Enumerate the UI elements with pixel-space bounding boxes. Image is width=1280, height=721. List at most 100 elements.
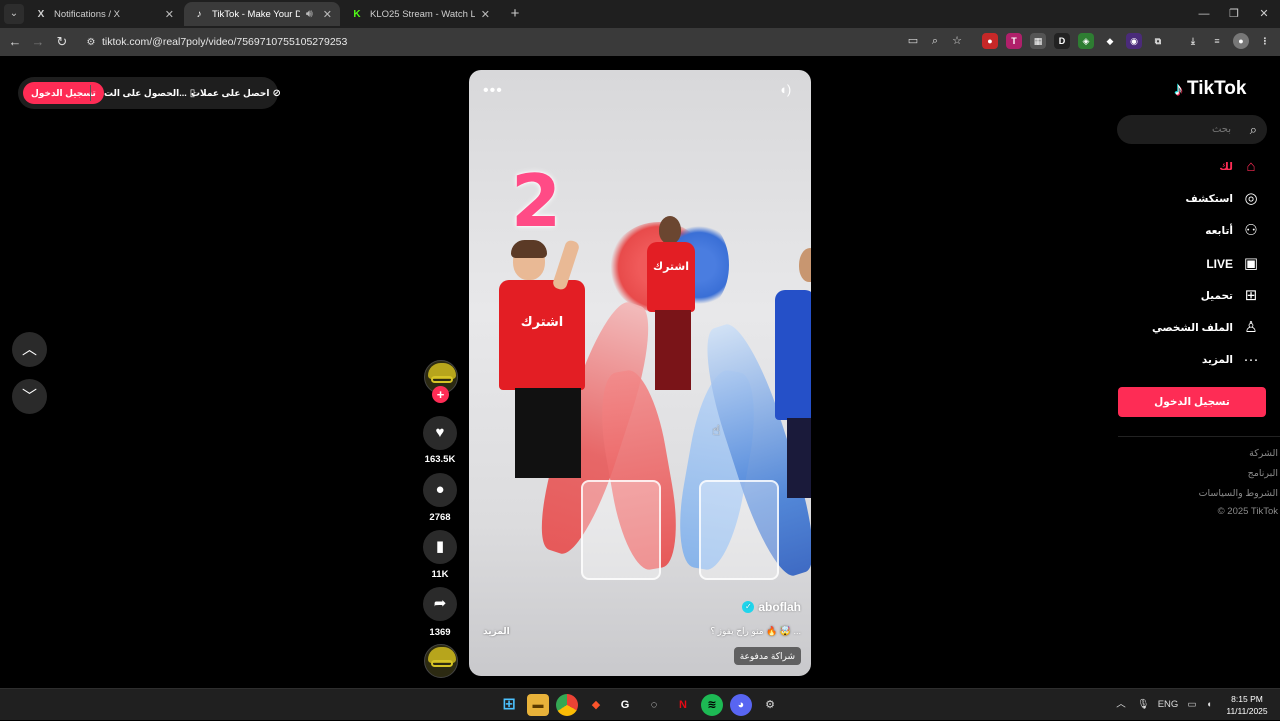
steam-icon[interactable]: ⚙ (759, 694, 781, 716)
spotify-icon[interactable]: ≋ (701, 694, 723, 716)
tiktok-logo[interactable]: ♪ TikTok (1174, 76, 1246, 102)
url-text[interactable]: tiktok.com/@real7poly/video/756971075510… (102, 36, 347, 48)
browser-tab-bar: ⌄ X Notifications / X ✕ ♪ TikTok - Make … (0, 0, 1280, 28)
close-tab-icon[interactable]: ✕ (481, 8, 490, 21)
extension-icon[interactable]: ◆ (1102, 33, 1118, 49)
footer-terms-link[interactable]: الشروط والسياسات (1199, 488, 1278, 499)
comment-button[interactable]: ● (423, 473, 457, 507)
save-button[interactable]: ▮ (423, 530, 457, 564)
minimize-icon[interactable]: — (1188, 0, 1220, 28)
search-input[interactable]: بحث ⌕ (1117, 115, 1267, 144)
taskbar-clock[interactable]: 8:15 PM 11/11/2025 (1222, 693, 1272, 717)
video-player[interactable]: 2 اشترك اشترك ••• ◖) ✓ aboflah منو راح ي… (469, 70, 811, 676)
divider (1118, 436, 1280, 437)
media-icon[interactable]: ≡ (1209, 33, 1225, 49)
search-icon[interactable]: ⌕ (1250, 115, 1257, 144)
browser-toolbar: ← → ↻ ⚙ tiktok.com/@real7poly/video/7569… (0, 28, 1280, 56)
like-button[interactable]: ♥ (423, 416, 457, 450)
tiktok-page: تسجيل الدخول الحصول على الت... ▯ احصل على… (0, 56, 1280, 688)
login-button[interactable]: تسجيل الدخول (1118, 387, 1266, 417)
save-count: 11K (431, 569, 449, 580)
follow-plus-icon[interactable]: + (432, 386, 449, 403)
tab-search-icon[interactable]: ⌄ (4, 4, 24, 24)
extension-icon[interactable]: ▦ (1030, 33, 1046, 49)
sidebar-item-label: لك (1219, 161, 1233, 173)
share-button[interactable]: ➦ (423, 587, 457, 621)
reload-icon[interactable]: ↻ (52, 32, 72, 52)
heart-icon: ♥ (435, 424, 445, 441)
footer-copyright: © 2025 TikTok (1217, 506, 1278, 517)
video-more-options-icon[interactable]: ••• (483, 82, 503, 100)
tab-audio-icon[interactable]: 🔊︎ (306, 8, 313, 21)
tray-overflow-icon[interactable]: ︿ (1113, 689, 1129, 721)
brave-icon[interactable]: ◆ (585, 694, 607, 716)
close-tab-icon[interactable]: ✕ (165, 8, 174, 21)
top-actions-bar: تسجيل الدخول الحصول على الت... ▯ احصل على… (18, 77, 281, 109)
tab-title: KLO25 Stream - Watch Live on (370, 8, 475, 20)
volume-icon[interactable]: ◖) (779, 82, 797, 100)
cast-icon[interactable]: ▭ (903, 31, 923, 51)
back-icon[interactable]: ← (5, 32, 25, 52)
tab-tiktok[interactable]: ♪ TikTok - Make Your Day 🔊︎ ✕ (184, 2, 340, 26)
tab-klo25[interactable]: K KLO25 Stream - Watch Live on ✕ (342, 2, 498, 26)
sidebar-item-label: المزيد (1201, 354, 1233, 366)
volume-tray-icon[interactable]: ◖ (1202, 689, 1216, 721)
close-tab-icon[interactable]: ✕ (323, 8, 332, 21)
sidebar-item-more[interactable]: ··· المزيد (1120, 347, 1265, 373)
new-tab-button[interactable]: + (505, 4, 525, 24)
chrome-icon[interactable] (556, 694, 578, 716)
sidebar-item-label: أتابعه (1205, 225, 1233, 237)
bookmark-star-icon[interactable]: ☆ (947, 31, 967, 51)
shield-extension-icon[interactable]: ◈ (1078, 33, 1094, 49)
get-app-button[interactable]: الحصول على الت... ▯ (104, 77, 195, 109)
previous-video-button[interactable]: ︿ (12, 332, 47, 367)
video-author[interactable]: ✓ aboflah (742, 600, 801, 614)
address-bar[interactable]: ⚙ tiktok.com/@real7poly/video/7569710755… (80, 31, 970, 53)
puzzle-icon[interactable]: ⧉ (1150, 33, 1166, 49)
next-video-button[interactable]: ﹀ (12, 379, 47, 414)
zoom-icon[interactable]: ⌕ (925, 31, 945, 51)
search-placeholder: بحث (1211, 124, 1231, 135)
bookmark-icon: ▮ (435, 538, 445, 555)
sidebar-item-upload[interactable]: ⊞ تحميل (1120, 283, 1265, 309)
music-disc-avatar[interactable] (424, 644, 458, 678)
get-coins-button[interactable]: احصل على عملات ⊘ (191, 77, 281, 109)
download-icon[interactable]: ⤓ (1185, 33, 1201, 49)
extension-icon[interactable]: D (1054, 33, 1070, 49)
restore-icon[interactable]: ❐ (1218, 0, 1250, 28)
netflix-icon[interactable]: N (672, 694, 694, 716)
logo-text: TikTok (1187, 78, 1247, 99)
x-logo-icon: X (37, 8, 45, 20)
obs-icon[interactable]: ◌ (643, 694, 665, 716)
windows-taskbar: ⊞ ▬ ◆ G ◌ N ≋ ◕ ⚙ ︿ 🎙︎ ENG ▭ ◖ 8:15 PM 1… (0, 688, 1280, 720)
sidebar-item-explore[interactable]: ◎ استكشف (1120, 186, 1265, 212)
menu-icon[interactable]: ⋮ (1257, 33, 1273, 49)
windows-start-icon[interactable]: ⊞ (498, 694, 520, 716)
close-window-icon[interactable]: ✕ (1248, 0, 1280, 28)
login-pill-button[interactable]: تسجيل الدخول (23, 82, 104, 104)
sidebar-item-live[interactable]: ▣ LIVE (1120, 251, 1265, 277)
extension-icon[interactable]: ● (982, 33, 998, 49)
sidebar-item-profile[interactable]: ♙ الملف الشخصي (1120, 315, 1265, 341)
site-info-icon[interactable]: ⚙ (80, 37, 102, 48)
profile-avatar-icon[interactable]: ● (1233, 33, 1249, 49)
sidebar-item-following[interactable]: ⚇ أتابعه (1120, 218, 1265, 244)
sidebar-item-for-you[interactable]: ⌂ لك (1120, 154, 1265, 180)
tab-title: Notifications / X (54, 8, 120, 20)
network-icon[interactable]: ▭ (1185, 689, 1199, 721)
eye-extension-icon[interactable]: ◉ (1126, 33, 1142, 49)
footer-program-link[interactable]: البرنامج (1248, 468, 1278, 479)
file-explorer-icon[interactable]: ▬ (527, 694, 549, 716)
footer-company-link[interactable]: الشركة (1249, 448, 1278, 459)
caption-more-link[interactable]: المزيد (483, 626, 510, 637)
app-icon[interactable]: G (614, 694, 636, 716)
microphone-icon[interactable]: 🎙︎ (1135, 689, 1151, 721)
language-indicator[interactable]: ENG (1156, 689, 1180, 721)
forward-icon[interactable]: → (28, 32, 48, 52)
comment-icon: ● (435, 481, 445, 498)
compass-icon: ◎ (1244, 190, 1258, 207)
discord-icon[interactable]: ◕ (730, 694, 752, 716)
extension-icon[interactable]: T (1006, 33, 1022, 49)
chevron-down-icon: ﹀ (21, 388, 37, 405)
tab-notifications[interactable]: X Notifications / X ✕ (26, 2, 182, 26)
